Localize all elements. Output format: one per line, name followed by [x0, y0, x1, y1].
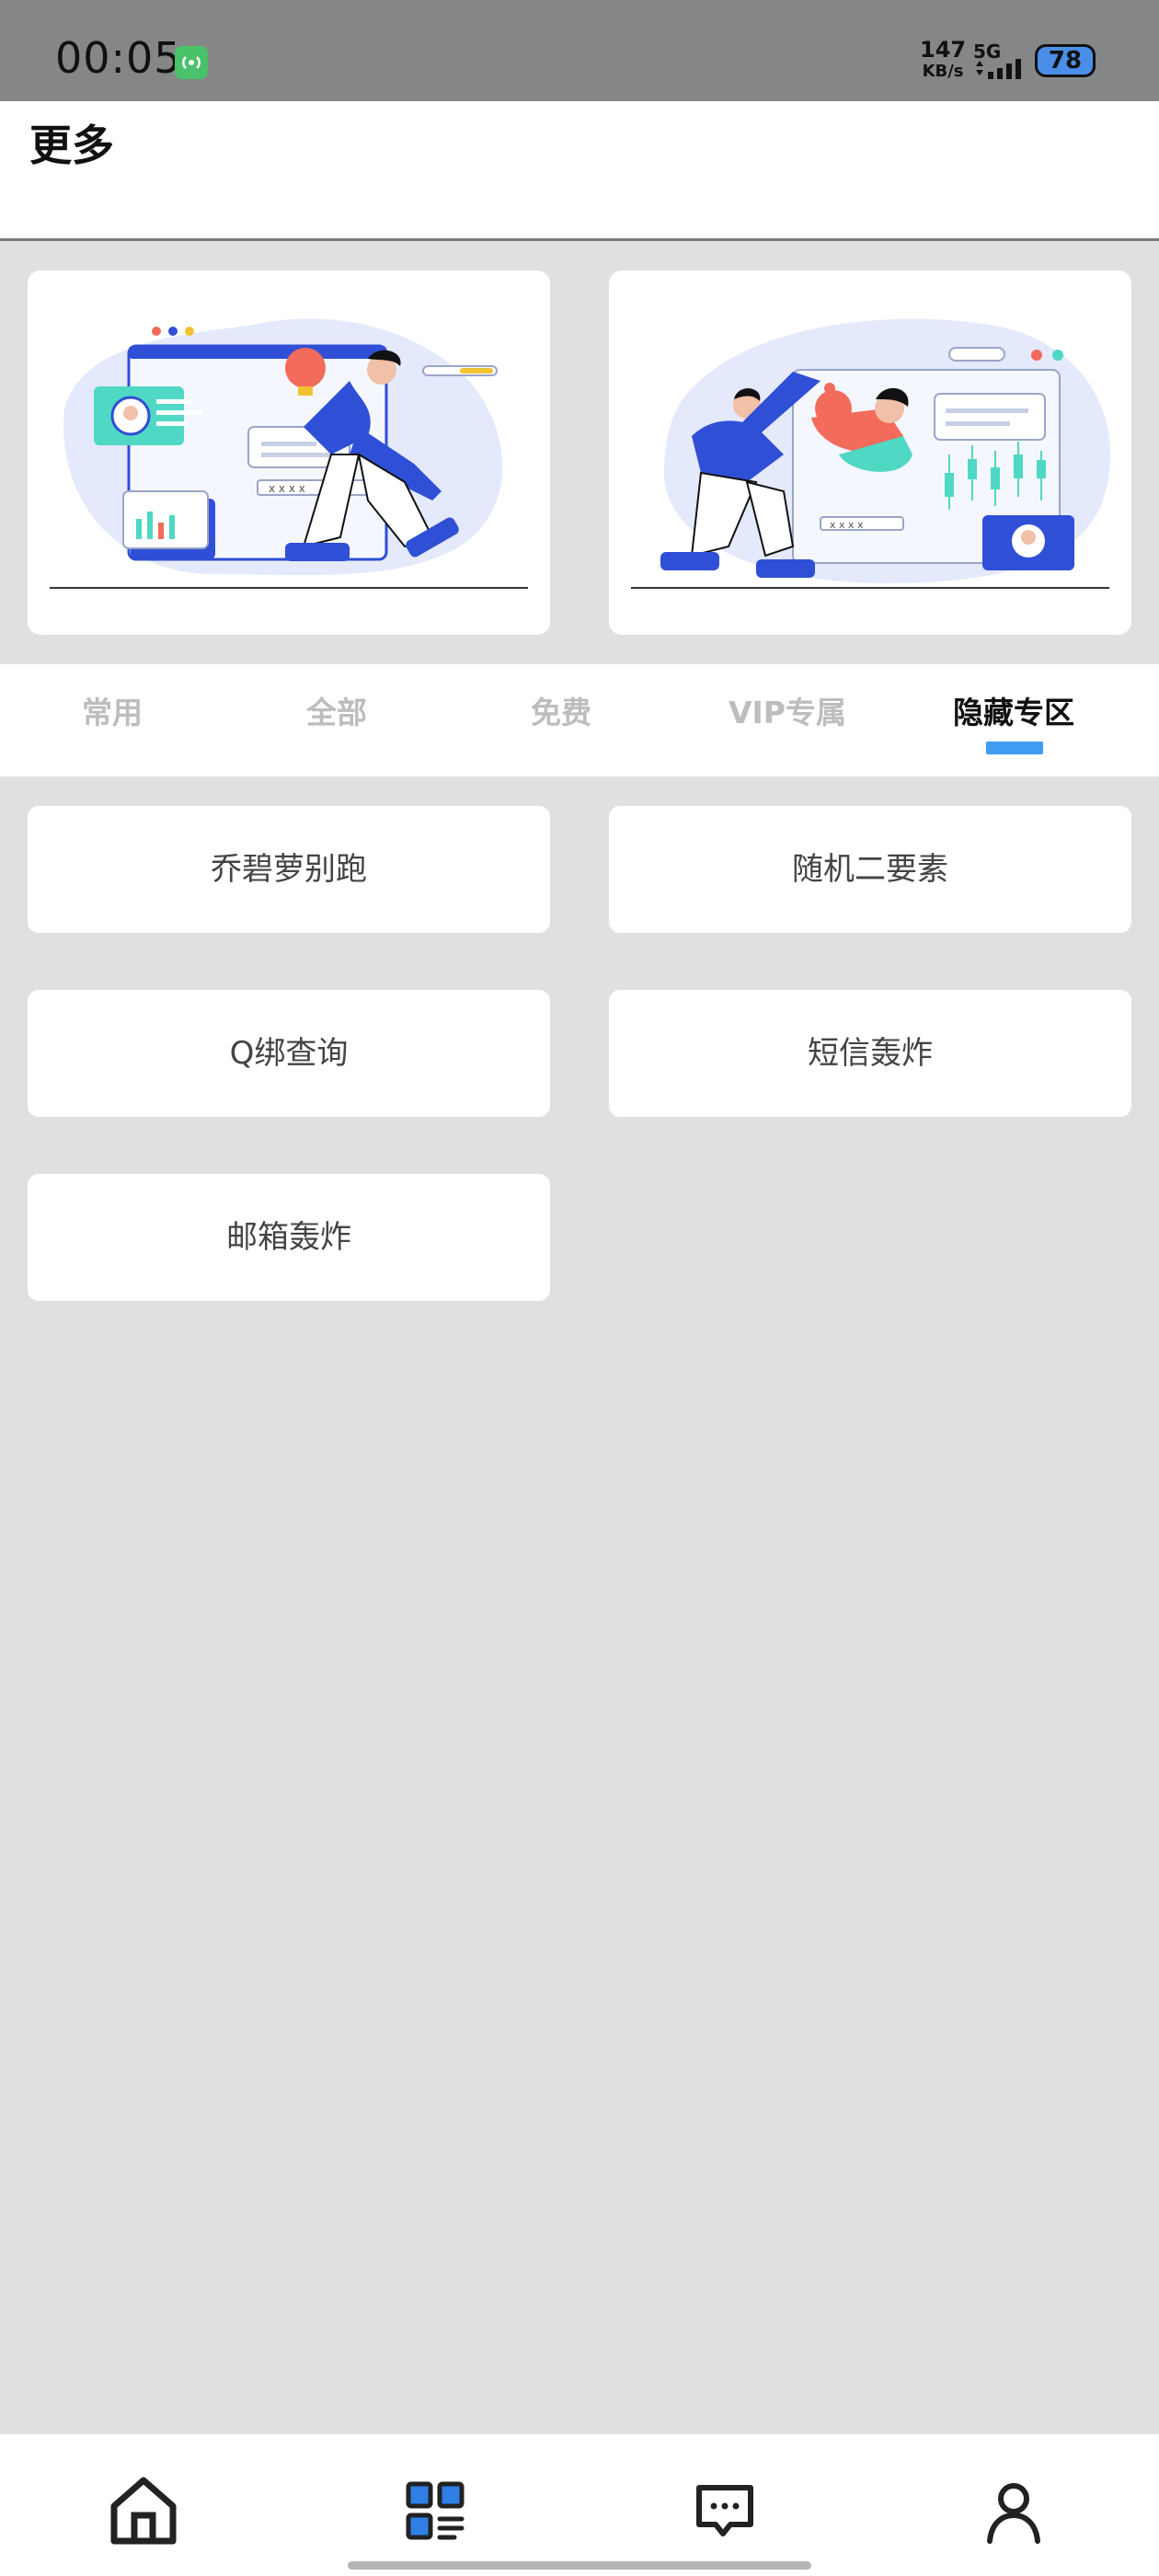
- speed-unit: KB/s: [922, 62, 964, 81]
- message-icon[interactable]: [686, 2471, 763, 2548]
- signal-icon: [976, 59, 1021, 79]
- status-time: 00:05: [55, 33, 182, 83]
- bottom-nav: [0, 2433, 1159, 2576]
- network-speed: 147 KB/s: [920, 39, 966, 83]
- screen: 00:05 147 KB/s 5G 78 更多 x x x x x x x x …: [0, 0, 1159, 2576]
- active-tab-indicator: [986, 742, 1043, 754]
- illustration-person-lightbulb: x x x x: [50, 318, 528, 589]
- feature-button-2[interactable]: 随机二要素: [609, 806, 1131, 933]
- feature-button-4[interactable]: 短信轰炸: [609, 990, 1131, 1117]
- svg-text:x x x x: x x x x: [830, 519, 864, 531]
- tab-free[interactable]: 免费: [449, 688, 673, 732]
- tab-vip[interactable]: VIP专属: [675, 688, 900, 732]
- hotspot-icon: [175, 46, 208, 79]
- banner-card-2[interactable]: x x x x: [609, 270, 1131, 635]
- header: 更多: [0, 101, 1159, 241]
- battery-icon: 78: [1035, 44, 1096, 77]
- feature-button-3[interactable]: Q绑查询: [28, 990, 550, 1117]
- category-tabs: 常用 全部 免费 VIP专属 隐藏专区: [0, 664, 1159, 776]
- page-title: 更多: [29, 121, 114, 170]
- apps-icon[interactable]: [396, 2471, 473, 2548]
- svg-text:x x x x: x x x x: [269, 482, 305, 495]
- profile-icon[interactable]: [975, 2471, 1052, 2548]
- tab-hidden[interactable]: 隐藏专区: [901, 688, 1126, 732]
- tab-common[interactable]: 常用: [0, 688, 224, 732]
- speed-value: 147: [920, 37, 967, 63]
- banner-card-1[interactable]: x x x x: [28, 270, 550, 635]
- home-indicator[interactable]: [348, 2561, 811, 2570]
- status-bar: 00:05 147 KB/s 5G 78: [0, 0, 1159, 101]
- home-icon[interactable]: [105, 2471, 182, 2548]
- tab-all[interactable]: 全部: [224, 688, 449, 732]
- illustration-people-dashboard: x x x x: [631, 318, 1110, 589]
- feature-button-1[interactable]: 乔碧萝别跑: [28, 806, 550, 933]
- feature-button-5[interactable]: 邮箱轰炸: [28, 1174, 550, 1301]
